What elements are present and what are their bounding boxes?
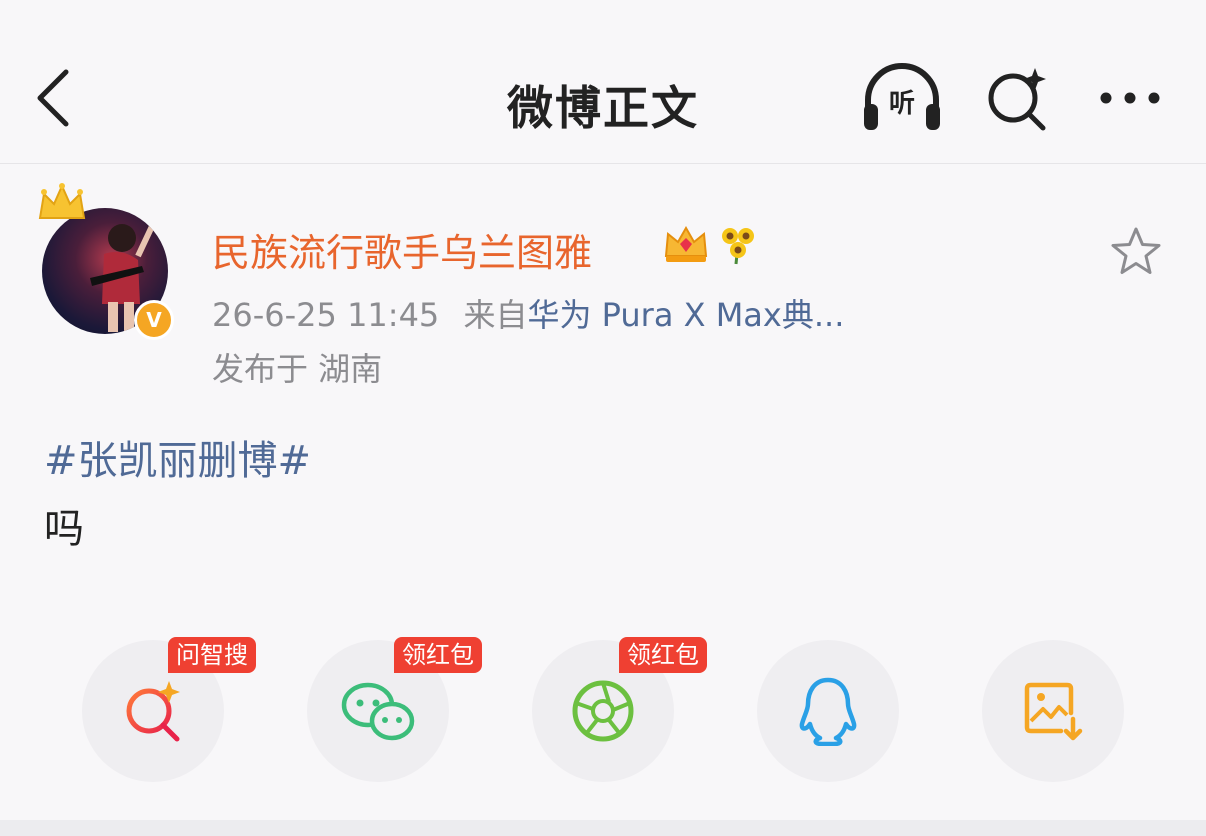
bottom-divider xyxy=(0,820,1206,836)
crown-member-icon[interactable] xyxy=(662,222,710,266)
wechat-icon xyxy=(341,682,415,741)
source-prefix: 来自 xyxy=(463,296,528,334)
star-icon xyxy=(1111,227,1161,274)
listen-button[interactable]: 听 xyxy=(860,62,944,134)
user-badges xyxy=(662,222,758,266)
post-location: 发布于 湖南 xyxy=(212,350,383,388)
favorite-button[interactable] xyxy=(1108,224,1164,280)
top-nav-bar: 微博正文 听 xyxy=(0,0,1206,164)
post-meta: 26-6-25 11:45 来自华为 Pura X Max典... xyxy=(212,290,844,336)
moments-icon xyxy=(572,680,634,742)
save-image-icon xyxy=(1024,682,1083,741)
crown-icon xyxy=(38,183,86,219)
qq-icon xyxy=(799,677,857,746)
share-qq-button[interactable] xyxy=(757,640,899,782)
share-tag-moments: 领红包 xyxy=(619,637,707,673)
hashtag-link[interactable]: #张凯丽删博# xyxy=(44,428,311,486)
listen-label: 听 xyxy=(888,88,915,119)
search-sparkle-icon xyxy=(126,681,180,742)
share-save-image-button[interactable] xyxy=(982,640,1124,782)
username[interactable]: 民族流行歌手乌兰图雅 xyxy=(212,222,592,277)
search-sparkle-icon xyxy=(988,68,1046,131)
post-text: 吗 xyxy=(44,506,84,552)
post-timestamp: 26-6-25 11:45 xyxy=(212,296,440,334)
share-tag-wechat: 领红包 xyxy=(394,637,482,673)
more-button[interactable] xyxy=(1088,62,1172,134)
verified-badge: V xyxy=(134,300,174,340)
share-tag-ai-search: 问智搜 xyxy=(168,637,256,673)
sunflower-icon[interactable] xyxy=(718,222,758,266)
more-dots-icon xyxy=(1100,92,1160,104)
avatar[interactable]: V xyxy=(36,182,186,342)
device-link[interactable]: 华为 Pura X Max典... xyxy=(527,296,844,334)
ai-search-button[interactable] xyxy=(975,62,1059,134)
